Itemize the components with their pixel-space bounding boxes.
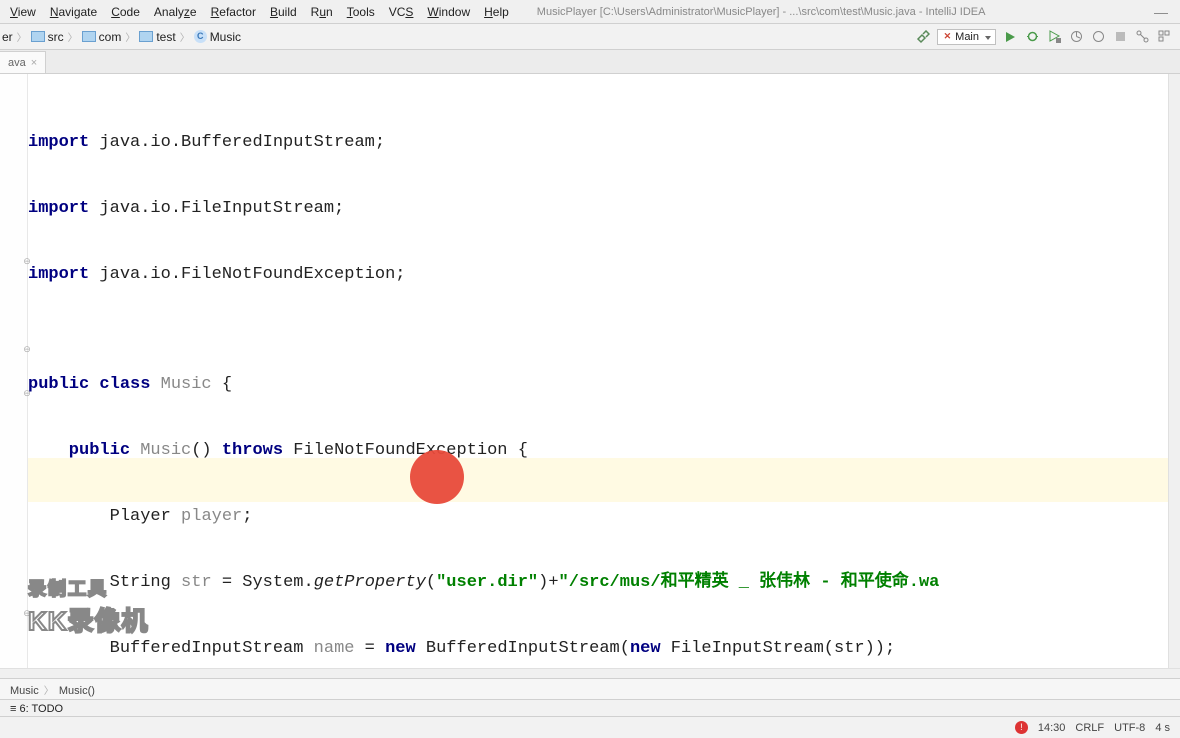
debug-icon[interactable]	[1024, 29, 1040, 45]
menu-refactor[interactable]: Refactor	[205, 3, 262, 21]
folder-icon	[31, 31, 45, 42]
run-icon[interactable]	[1002, 29, 1018, 45]
statusbar: ! 14:30 CRLF UTF-8 4 s	[0, 716, 1180, 738]
error-icon[interactable]: !	[1015, 721, 1028, 734]
hammer-icon[interactable]	[915, 29, 931, 45]
breadcrumb: er〉 src〉 com〉 test〉 CMusic	[2, 29, 241, 44]
menu-navigate[interactable]: Navigate	[44, 3, 103, 21]
minimize-button[interactable]: —	[1146, 4, 1176, 20]
menu-window[interactable]: Window	[421, 3, 476, 21]
file-encoding[interactable]: UTF-8	[1114, 722, 1145, 734]
line-separator[interactable]: CRLF	[1075, 722, 1104, 734]
close-icon[interactable]: ×	[31, 57, 37, 69]
nav-breadcrumb: Music 〉 Music()	[0, 678, 1180, 700]
window-title: MusicPlayer [C:\Users\Administrator\Musi…	[537, 6, 1144, 18]
folder-icon	[139, 31, 153, 42]
run-config-selector[interactable]: ✕Main	[937, 29, 996, 45]
editor-tabbar: ava ×	[0, 50, 1180, 74]
editor-tab[interactable]: ava ×	[0, 51, 46, 73]
indent-info[interactable]: 4 s	[1155, 722, 1170, 734]
menu-view[interactable]: View	[4, 3, 42, 21]
menu-vcs[interactable]: VCS	[383, 3, 420, 21]
crumb-src[interactable]: src	[31, 30, 64, 44]
tab-label: ava	[8, 57, 26, 69]
folder-icon	[82, 31, 96, 42]
menubar: View Navigate Code Analyze Refactor Buil…	[0, 0, 1180, 24]
cursor-highlight-icon	[410, 450, 464, 504]
search-icon[interactable]	[1156, 29, 1172, 45]
crumb-test[interactable]: test	[139, 30, 175, 44]
menu-run[interactable]: Run	[305, 3, 339, 21]
gutter: ⊖ ⊖ ⊖ ⊖	[0, 74, 28, 668]
coverage-icon[interactable]	[1046, 29, 1062, 45]
stop-icon[interactable]	[1112, 29, 1128, 45]
menu-code[interactable]: Code	[105, 3, 146, 21]
menu-help[interactable]: Help	[478, 3, 515, 21]
horizontal-scrollbar[interactable]	[0, 668, 1180, 678]
menu-analyze[interactable]: Analyze	[148, 3, 203, 21]
crumb-class[interactable]: CMusic	[194, 30, 241, 44]
menu-build[interactable]: Build	[264, 3, 303, 21]
crumb-root[interactable]: er	[2, 30, 13, 44]
profiler-icon[interactable]	[1068, 29, 1084, 45]
nav-method[interactable]: Music()	[59, 685, 95, 697]
crumb-com[interactable]: com	[82, 30, 122, 44]
editor[interactable]: ⊖ ⊖ ⊖ ⊖ import java.io.BufferedInputStre…	[0, 74, 1180, 668]
toolbar: er〉 src〉 com〉 test〉 CMusic ✕Main	[0, 24, 1180, 50]
menu-tools[interactable]: Tools	[341, 3, 381, 21]
class-icon: C	[194, 30, 207, 43]
code-area[interactable]: import java.io.BufferedInputStream; impo…	[28, 74, 1180, 668]
git-icon[interactable]	[1134, 29, 1150, 45]
attach-icon[interactable]	[1090, 29, 1106, 45]
nav-class[interactable]: Music	[10, 685, 39, 697]
status-time: 14:30	[1038, 722, 1066, 734]
